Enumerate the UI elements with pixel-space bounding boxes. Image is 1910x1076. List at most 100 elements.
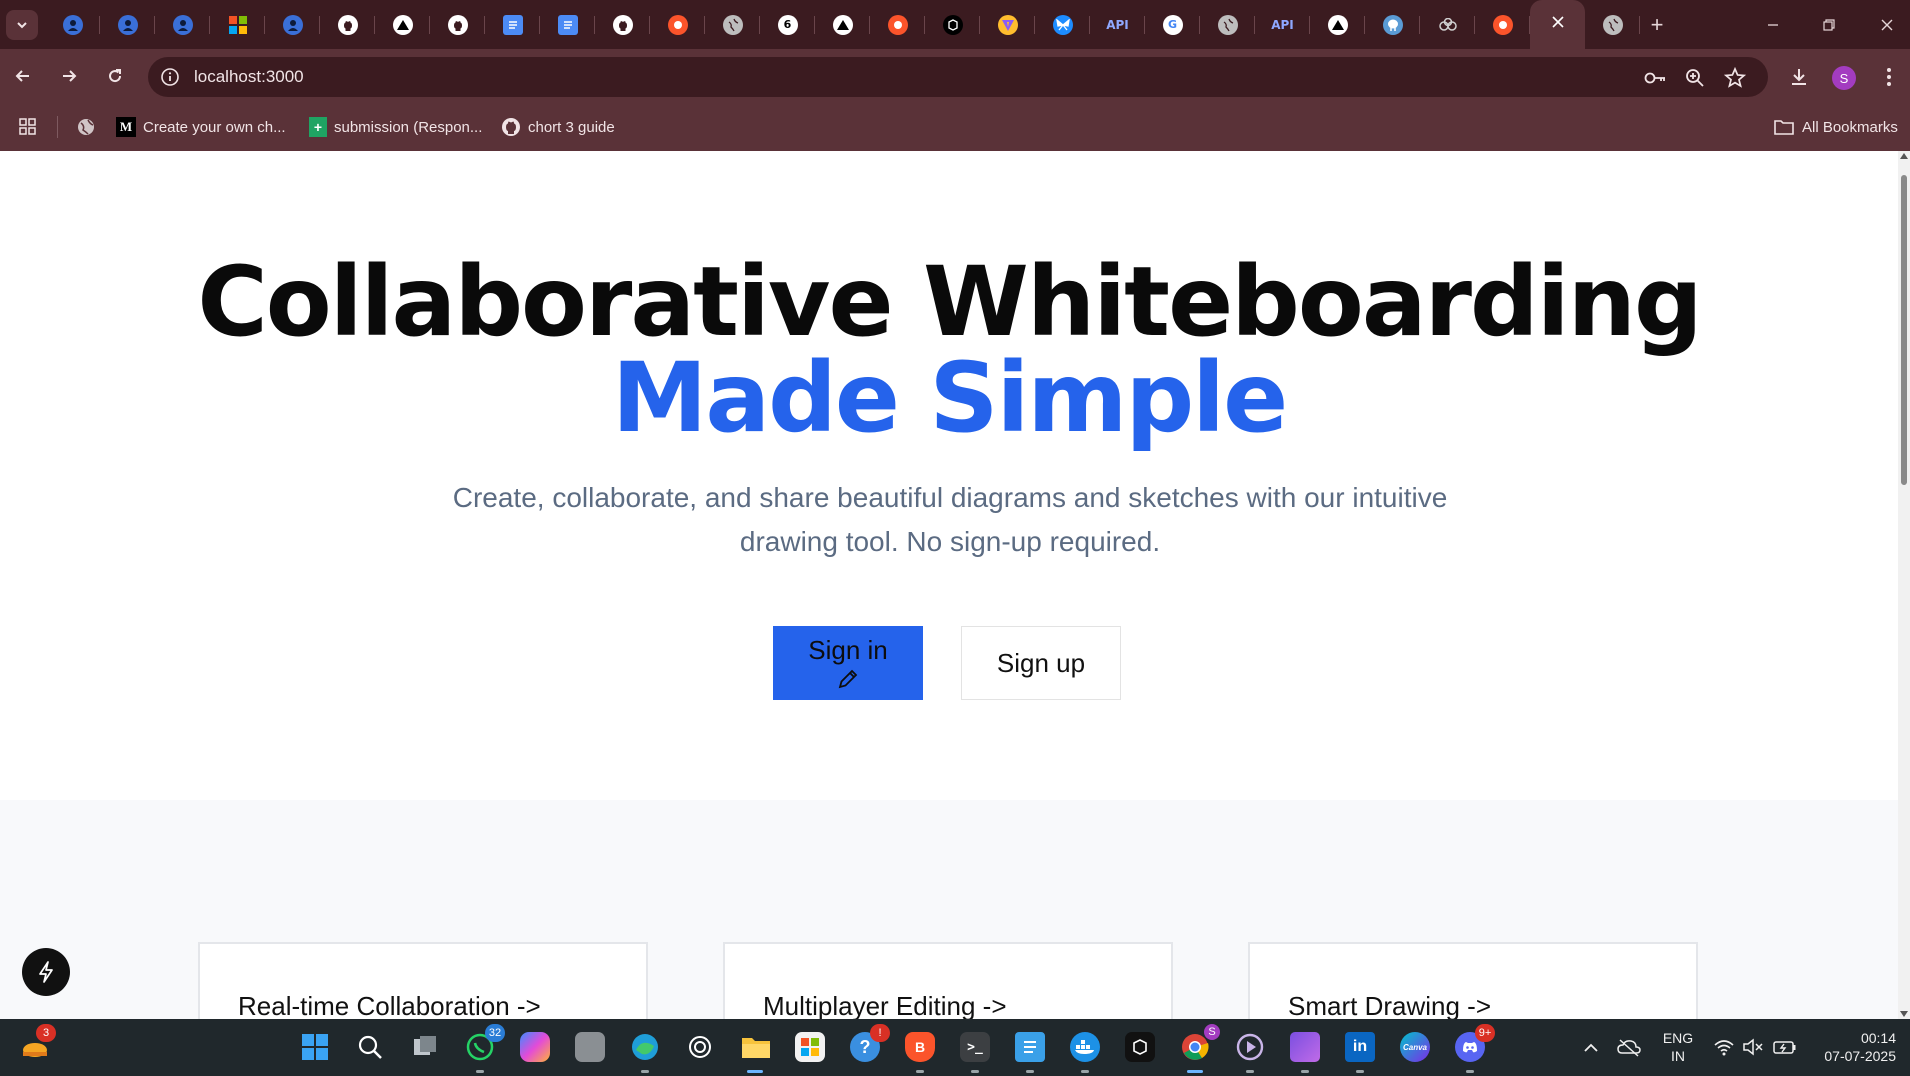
page-scrollbar[interactable] (1898, 151, 1910, 1019)
site-info-button[interactable] (158, 65, 182, 89)
taskbar-chatgpt[interactable] (683, 1030, 717, 1064)
browser-tab[interactable] (650, 0, 705, 49)
browser-tab[interactable] (265, 0, 320, 49)
task-view-button[interactable] (408, 1030, 442, 1064)
browser-tab[interactable] (1475, 0, 1530, 49)
running-indicator (476, 1070, 484, 1073)
wifi-icon (1714, 1040, 1734, 1056)
browser-tab[interactable] (320, 0, 375, 49)
taskbar-media-player[interactable] (1233, 1030, 1267, 1073)
browser-tab-active[interactable] (1530, 0, 1585, 49)
taskbar-discord[interactable]: 9+ (1453, 1024, 1495, 1073)
browser-tab[interactable] (540, 0, 595, 49)
taskbar-chrome[interactable]: S (1178, 1024, 1220, 1073)
address-bar[interactable]: localhost:3000 (148, 57, 1768, 97)
browser-tab[interactable] (870, 0, 925, 49)
browser-tab[interactable] (45, 0, 100, 49)
restore-button[interactable] (1814, 11, 1844, 39)
browser-tab[interactable]: G (1145, 0, 1200, 49)
weather-widget[interactable]: 3 (18, 1024, 56, 1064)
browser-tab[interactable] (705, 0, 760, 49)
close-window-button[interactable] (1872, 11, 1902, 39)
sign-in-button[interactable]: Sign in (773, 626, 923, 700)
downloads-button[interactable] (1784, 62, 1814, 92)
taskbar-brave[interactable]: B (903, 1030, 937, 1073)
feature-card[interactable]: Smart Drawing -> (1248, 942, 1698, 1019)
feature-title[interactable]: Real-time Collaboration -> (238, 991, 541, 1019)
apps-grid-icon (19, 118, 36, 135)
input-language-indicator[interactable]: ENG IN (1656, 1029, 1700, 1065)
feature-card[interactable]: Real-time Collaboration -> (198, 942, 648, 1019)
browser-tab[interactable] (1200, 0, 1255, 49)
taskbar-app-blank[interactable] (573, 1030, 607, 1064)
taskbar-file-explorer[interactable] (738, 1030, 772, 1073)
browser-menu-button[interactable] (1874, 62, 1904, 92)
profile-avatar[interactable]: S (1832, 66, 1856, 90)
bookmark-globe[interactable] (76, 115, 96, 139)
bookmark-star-button[interactable] (1722, 65, 1748, 91)
forward-button[interactable] (54, 61, 84, 91)
browser-tab[interactable] (375, 0, 430, 49)
browser-tab[interactable] (1365, 0, 1420, 49)
taskbar-whatsapp[interactable]: 32 (463, 1024, 505, 1073)
browser-tab[interactable] (430, 0, 485, 49)
taskbar-notepad[interactable] (1013, 1030, 1047, 1073)
back-button[interactable] (8, 61, 38, 91)
taskbar-canva[interactable]: Canva (1398, 1030, 1432, 1064)
taskbar-store[interactable] (793, 1030, 827, 1064)
browser-tab[interactable]: 6 (760, 0, 815, 49)
feature-title[interactable]: Smart Drawing -> (1288, 991, 1491, 1019)
browser-tab[interactable] (980, 0, 1035, 49)
search-button[interactable] (353, 1030, 387, 1064)
apps-button[interactable] (18, 115, 38, 139)
browser-tab[interactable]: API (1090, 0, 1145, 49)
taskbar-box-app[interactable] (1123, 1030, 1157, 1064)
bookmark-item[interactable]: + submission (Respon... (309, 115, 482, 139)
taskbar-copilot[interactable] (518, 1030, 552, 1064)
volume-button[interactable] (1736, 1030, 1770, 1064)
sign-up-button[interactable]: Sign up (961, 626, 1121, 700)
clock[interactable]: 00:14 07-07-2025 (1806, 1029, 1896, 1065)
reload-button[interactable] (100, 61, 130, 91)
browser-tab[interactable] (1310, 0, 1365, 49)
scroll-down-arrow[interactable] (1900, 1011, 1908, 1017)
password-key-button[interactable] (1642, 65, 1668, 91)
browser-tab[interactable] (155, 0, 210, 49)
battery-button[interactable] (1768, 1030, 1802, 1064)
taskbar-help[interactable]: ? ! (848, 1024, 890, 1064)
taskbar-linkedin[interactable]: in (1343, 1030, 1377, 1073)
browser-tab[interactable] (595, 0, 650, 49)
browser-tab[interactable] (1420, 0, 1475, 49)
bookmark-item[interactable]: chort 3 guide (501, 115, 615, 139)
tab-search-button[interactable] (6, 10, 38, 40)
start-button[interactable] (298, 1030, 332, 1064)
bookmark-item[interactable]: M Create your own ch... (116, 115, 286, 139)
browser-tab[interactable] (485, 0, 540, 49)
six-logo-icon: 6 (777, 14, 798, 35)
close-icon[interactable] (1551, 15, 1565, 34)
browser-tab[interactable] (815, 0, 870, 49)
browser-tab[interactable] (1035, 0, 1090, 49)
feature-title[interactable]: Multiplayer Editing -> (763, 991, 1007, 1019)
onedrive-button[interactable] (1612, 1030, 1646, 1064)
taskbar-clipchamp[interactable] (1288, 1030, 1322, 1073)
browser-tab[interactable] (100, 0, 155, 49)
taskbar-docker[interactable] (1068, 1030, 1102, 1073)
minimize-button[interactable] (1758, 11, 1788, 39)
browser-tab[interactable] (925, 0, 980, 49)
scroll-thumb[interactable] (1901, 175, 1907, 485)
zoom-button[interactable] (1682, 65, 1708, 91)
browser-tab[interactable] (210, 0, 265, 49)
tab-strip: 6 API G API + (0, 0, 1910, 49)
all-bookmarks-button[interactable]: All Bookmarks (1773, 115, 1898, 139)
url-text[interactable]: localhost:3000 (194, 67, 304, 87)
taskbar-terminal[interactable]: >_ (958, 1030, 992, 1073)
feature-card[interactable]: Multiplayer Editing -> (723, 942, 1173, 1019)
scroll-up-arrow[interactable] (1900, 153, 1908, 159)
dev-tools-button[interactable] (22, 948, 70, 996)
taskbar-edge[interactable] (628, 1030, 662, 1073)
browser-tab[interactable]: API (1255, 0, 1310, 49)
new-tab-button[interactable]: + (1644, 12, 1670, 38)
browser-tab[interactable] (1585, 0, 1640, 49)
show-hidden-icons-button[interactable] (1574, 1030, 1608, 1064)
